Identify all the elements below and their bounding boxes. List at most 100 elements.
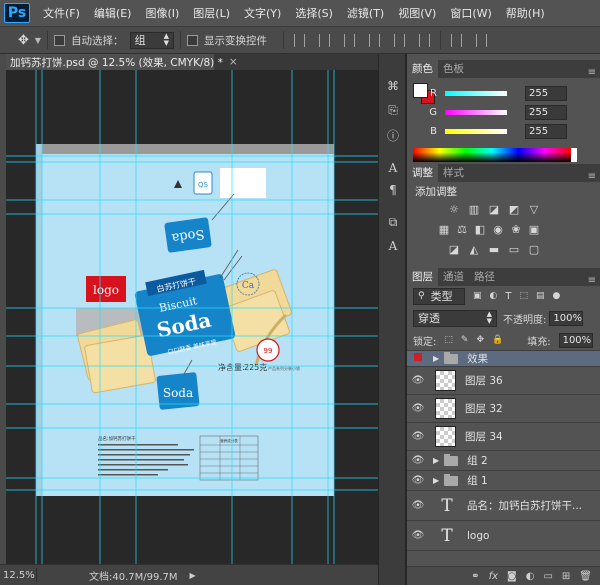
new-layer-icon[interactable]: ⊞ [562,571,570,582]
eye-icon[interactable]: 👁 [407,530,429,541]
spectrum-white-chip[interactable] [571,148,577,162]
tab-adjustments[interactable]: 调整 [407,163,438,182]
r-slider[interactable] [445,90,507,96]
history-icon[interactable]: ⌘ [385,78,401,94]
channel-mixer-icon[interactable]: ❀ [509,224,523,236]
posterize-icon[interactable]: ◭ [467,244,481,256]
character-icon[interactable]: A [385,160,401,176]
layer-row-group[interactable]: 👁 ▶ 组 1 [407,471,600,491]
curves-icon[interactable]: ◪ [487,204,501,216]
fx-icon[interactable]: fx [489,571,498,582]
menu-help[interactable]: 帮助(H) [499,5,552,21]
distribute-vcenter-icon[interactable] [475,33,487,47]
lock-position-icon[interactable]: ✥ [476,335,484,345]
new-group-icon[interactable]: ▭ [543,571,552,582]
eye-icon[interactable]: 👁 [407,455,429,466]
tool-presets-icon[interactable]: ⧉ [385,214,401,230]
lock-transparent-icon[interactable]: ⬚ [444,335,453,345]
align-top-icon[interactable] [293,33,305,47]
lock-all-icon[interactable]: 🔒 [492,335,503,345]
expand-arrow-icon[interactable]: ▶ [433,456,439,465]
gradient-map-icon[interactable]: ▭ [507,244,521,256]
tab-paths[interactable]: 路径 [469,267,500,286]
status-menu-icon[interactable]: ▶ [190,571,196,580]
selective-color-icon[interactable]: ▢ [527,244,541,256]
layer-comps-icon[interactable]: ⎘ [385,102,401,118]
menu-layer[interactable]: 图层(L) [186,5,237,21]
menu-type[interactable]: 文字(Y) [237,5,288,21]
brightness-icon[interactable]: ☼ [447,204,461,216]
panel-menu-icon[interactable]: ≡ [588,171,600,182]
color-balance-icon[interactable]: ⚖ [455,224,469,236]
add-mask-icon[interactable]: ◙ [507,571,517,582]
menu-select[interactable]: 选择(S) [288,5,340,21]
auto-select-dropdown[interactable]: 组 ▲ ▼ [129,31,174,49]
eye-icon[interactable]: 👁 [407,431,429,442]
g-slider[interactable] [445,109,507,115]
layer-filter-dropdown[interactable]: ⚲ 类型 [413,287,465,305]
filter-pixel-icon[interactable]: ▣ [473,291,482,301]
tool-preset-dropdown-icon[interactable]: ▼ [35,36,41,45]
filter-smart-icon[interactable]: ▤ [536,291,545,301]
layer-row[interactable]: 👁 图层 32 [407,395,600,423]
visibility-off-icon[interactable] [407,353,429,364]
align-right-icon[interactable] [418,33,430,47]
tab-styles[interactable]: 样式 [438,163,469,182]
auto-select-checkbox[interactable] [54,34,66,46]
distribute-top-icon[interactable] [450,33,462,47]
eye-icon[interactable]: 👁 [407,500,429,511]
layer-row-effects[interactable]: ▶ 效果 [407,351,600,367]
menu-view[interactable]: 视图(V) [391,5,443,21]
eye-icon[interactable]: 👁 [407,403,429,414]
filter-adjust-icon[interactable]: ◐ [490,291,498,301]
tab-layers[interactable]: 图层 [407,267,438,286]
blend-mode-dropdown[interactable]: 穿透 ▲ ▼ [413,309,497,327]
layer-row-group[interactable]: 👁 ▶ 组 2 [407,451,600,471]
align-hcenter-icon[interactable] [393,33,405,47]
color-spectrum[interactable] [413,148,571,162]
align-vcenter-icon[interactable] [318,33,330,47]
show-transform-checkbox[interactable] [186,34,198,46]
layer-row-text[interactable]: 👁 T 品名：加钙白苏打饼干... [407,491,600,521]
g-value-input[interactable]: 255 [525,104,567,120]
fill-input[interactable]: 100% [558,332,593,348]
trash-icon[interactable]: 🗑 [579,571,592,582]
filter-type-icon[interactable]: T [505,291,511,302]
vibrance-icon[interactable]: ▽ [527,204,541,216]
eye-icon[interactable]: 👁 [407,475,429,486]
eye-icon[interactable]: 👁 [407,375,429,386]
close-tab-icon[interactable]: × [229,56,238,68]
exposure-icon[interactable]: ◩ [507,204,521,216]
expand-arrow-icon[interactable]: ▶ [433,354,439,363]
menu-edit[interactable]: 编辑(E) [87,5,139,21]
tab-color[interactable]: 颜色 [407,59,438,78]
threshold-icon[interactable]: ▬ [487,244,501,256]
levels-icon[interactable]: ▥ [467,204,481,216]
filter-shape-icon[interactable]: ⬚ [519,291,528,301]
paragraph-icon[interactable]: ¶ [385,182,401,198]
menu-window[interactable]: 窗口(W) [443,5,498,21]
info-icon[interactable]: ⓘ [385,128,401,144]
tab-channels[interactable]: 通道 [438,267,469,286]
document-tab[interactable]: 加钙苏打饼.psd @ 12.5% (效果, CMYK/8) * × [6,54,238,70]
black-white-icon[interactable]: ◧ [473,224,487,236]
hue-saturation-icon[interactable]: ▦ [437,224,451,236]
align-bottom-icon[interactable] [343,33,355,47]
menu-file[interactable]: 文件(F) [36,5,87,21]
menu-filter[interactable]: 滤镜(T) [340,5,391,21]
color-lookup-icon[interactable]: ▣ [527,224,541,236]
invert-icon[interactable]: ◪ [447,244,461,256]
character-styles-icon[interactable]: A [385,238,401,254]
tab-swatches[interactable]: 色板 [438,59,469,78]
photo-filter-icon[interactable]: ◉ [491,224,505,236]
menu-image[interactable]: 图像(I) [138,5,186,21]
filter-toggle-icon[interactable]: ● [553,291,561,301]
zoom-level[interactable]: 12.5% [0,570,36,581]
new-adjustment-icon[interactable]: ◐ [526,571,535,582]
layer-row[interactable]: 👁 图层 36 [407,367,600,395]
b-value-input[interactable]: 255 [525,123,567,139]
b-slider[interactable] [445,128,507,134]
link-layers-icon[interactable]: ⚭ [471,571,479,582]
layer-row-text[interactable]: 👁 T logo [407,521,600,551]
align-left-icon[interactable] [368,33,380,47]
